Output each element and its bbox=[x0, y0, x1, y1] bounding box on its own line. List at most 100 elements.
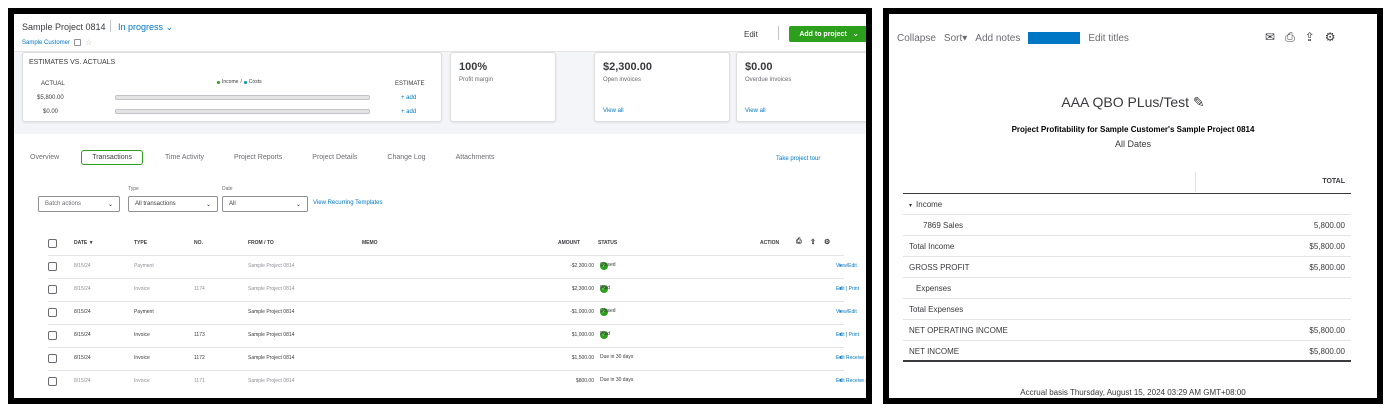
add-notes-link[interactable]: Add notes bbox=[975, 33, 1020, 44]
select-all-checkbox[interactable] bbox=[48, 239, 57, 248]
type-filter-select[interactable]: All transactions ⌄ bbox=[128, 196, 218, 212]
row-value[interactable]: $5,800.00 bbox=[1309, 242, 1345, 251]
overdue-invoices-card: $0.00 Overdue invoices View all bbox=[736, 52, 866, 122]
row-checkbox[interactable] bbox=[48, 377, 57, 386]
row-checkbox[interactable] bbox=[48, 331, 57, 340]
open-invoices-card: $2,300.00 Open invoices View all bbox=[594, 52, 730, 122]
kpi-label: Open invoices bbox=[603, 77, 642, 83]
chevron-down-icon[interactable]: ▾ bbox=[839, 286, 842, 292]
print-icon[interactable]: ⎙ bbox=[796, 238, 802, 246]
view-all-open-invoices-link[interactable]: View all bbox=[603, 108, 624, 114]
collapse-link[interactable]: Collapse bbox=[897, 33, 936, 44]
chevron-down-icon: ⌄ bbox=[295, 201, 301, 208]
col-memo[interactable]: MEMO bbox=[362, 240, 378, 246]
row-checkbox[interactable] bbox=[48, 354, 57, 363]
pencil-icon[interactable]: ✎ bbox=[1193, 94, 1205, 110]
chevron-down-icon[interactable]: ▾ bbox=[839, 378, 842, 384]
row-label: 7869 Sales bbox=[923, 221, 963, 230]
chevron-down-icon[interactable]: ▾ bbox=[839, 263, 842, 269]
row-label: Total Income bbox=[909, 242, 954, 251]
project-title: Sample Project 0814 bbox=[22, 22, 106, 32]
copy-icon[interactable] bbox=[74, 39, 82, 46]
tab-change-log[interactable]: Change Log bbox=[379, 151, 433, 164]
edit-titles-link[interactable]: Edit titles bbox=[1088, 33, 1129, 44]
view-all-overdue-invoices-link[interactable]: View all bbox=[745, 108, 766, 114]
tab-attachments[interactable]: Attachments bbox=[448, 151, 503, 164]
table-row[interactable]: 8/15/24 Payment Sample Project 0814 -$1,000… bbox=[48, 301, 857, 323]
row-checkbox[interactable] bbox=[48, 285, 57, 294]
row-checkbox[interactable] bbox=[48, 262, 57, 271]
chevron-down-icon[interactable]: ▾ bbox=[839, 332, 842, 338]
print-icon[interactable]: ⎙ bbox=[1285, 30, 1295, 45]
row-value[interactable]: $5,800.00 bbox=[1309, 263, 1345, 272]
divider bbox=[110, 20, 111, 32]
table-row[interactable]: 8/15/24 Invoice 1174 Sample Project 0814 $2,… bbox=[48, 278, 859, 300]
table-row[interactable]: 8/15/24 Payment Sample Project 0814 -$2,300… bbox=[48, 255, 857, 277]
gear-icon[interactable]: ⚙ bbox=[824, 238, 830, 246]
cell-amount: -$2,300.00 bbox=[570, 263, 594, 269]
cell-no: 1173 bbox=[194, 332, 205, 338]
tab-project-details[interactable]: Project Details bbox=[304, 151, 365, 164]
report-footer: Accrual basis Thursday, August 15, 2024 … bbox=[1020, 388, 1246, 397]
status-text: Due in 30 days bbox=[600, 377, 634, 383]
table-row[interactable]: 8/15/24 Invoice 1171 Sample Project 0814 $80… bbox=[48, 370, 866, 392]
cell-type: Invoice bbox=[134, 378, 150, 384]
kpi-label: Overdue invoices bbox=[745, 77, 792, 83]
cell-amount: -$1,000.00 bbox=[570, 309, 594, 315]
company-name[interactable]: AAA QBO PLus/Test ✎ bbox=[889, 94, 1377, 111]
tab-project-reports[interactable]: Project Reports bbox=[226, 151, 290, 164]
col-date[interactable]: DATE ▼ bbox=[74, 240, 94, 246]
cell-type: Invoice bbox=[134, 355, 150, 361]
chevron-down-icon: ⌄ bbox=[205, 201, 211, 208]
project-status-dropdown[interactable]: In progress ⌄ bbox=[118, 22, 173, 33]
col-type[interactable]: TYPE bbox=[134, 240, 147, 246]
row-checkbox[interactable] bbox=[48, 308, 57, 317]
chevron-down-icon[interactable]: ▾ bbox=[839, 309, 842, 315]
add-cost-estimate-link[interactable]: + add bbox=[401, 109, 416, 115]
date-filter-label: Date bbox=[222, 186, 233, 192]
cell-date: 8/15/24 bbox=[74, 355, 91, 361]
tab-time-activity[interactable]: Time Activity bbox=[157, 151, 212, 164]
chevron-down-icon[interactable]: ▾ bbox=[839, 355, 842, 361]
cell-date: 8/15/24 bbox=[74, 263, 91, 269]
estimate-header: ESTIMATE bbox=[395, 81, 425, 87]
tab-overview[interactable]: Overview bbox=[30, 151, 67, 164]
sort-dropdown[interactable]: Sort▾ bbox=[944, 33, 967, 44]
email-icon[interactable]: ✉ bbox=[1265, 30, 1275, 45]
sort-label: Sort bbox=[943, 32, 963, 44]
caret-down-icon[interactable]: ▾ bbox=[909, 203, 912, 209]
chevron-down-icon: ⌄ bbox=[107, 201, 113, 208]
project-tabs: Overview Transactions Time Activity Proj… bbox=[30, 150, 503, 165]
row-value[interactable]: $5,800.00 bbox=[1309, 347, 1345, 356]
col-status[interactable]: STATUS bbox=[598, 240, 617, 246]
legend: Income / Costs bbox=[217, 79, 262, 85]
customer-link[interactable]: Sample Customer bbox=[22, 40, 70, 46]
batch-actions-label: Batch actions bbox=[45, 201, 82, 207]
col-amount[interactable]: AMOUNT bbox=[558, 240, 580, 246]
status-text: Paid bbox=[600, 285, 611, 291]
cell-no: 1171 bbox=[194, 378, 205, 384]
date-filter-select[interactable]: All ⌄ bbox=[222, 196, 308, 212]
export-icon[interactable]: ⇪ bbox=[810, 238, 816, 246]
table-row[interactable]: 8/15/24 Invoice 1172 Sample Project 0814 $1,… bbox=[48, 347, 866, 369]
take-project-tour-link[interactable]: Take project tour bbox=[776, 156, 820, 162]
row-label-text: Total Income bbox=[909, 242, 955, 251]
row-value[interactable]: 5,800.00 bbox=[1314, 221, 1345, 230]
chevron-down-icon: ⌄ bbox=[852, 31, 859, 38]
row-value[interactable]: $5,800.00 bbox=[1309, 326, 1345, 335]
report-panel: Collapse Sort▾ Add notes Edit titles ✉ ⎙… bbox=[883, 8, 1383, 404]
tab-transactions[interactable]: Transactions bbox=[81, 150, 143, 165]
profit-margin-card: 100% Profit margin bbox=[450, 52, 556, 122]
export-icon[interactable]: ⇪ bbox=[1305, 30, 1315, 45]
batch-actions-dropdown[interactable]: Batch actions ⌄ bbox=[38, 196, 120, 212]
view-recurring-templates-link[interactable]: View Recurring Templates bbox=[313, 200, 382, 206]
add-to-project-button[interactable]: Add to project ⌄ bbox=[789, 26, 866, 42]
table-row[interactable]: 8/15/24 Invoice 1173 Sample Project 0814 $1,… bbox=[48, 324, 859, 346]
cell-type: Invoice bbox=[134, 332, 150, 338]
edit-project-button[interactable]: Edit bbox=[744, 30, 758, 39]
star-icon[interactable]: ☆ bbox=[85, 38, 92, 47]
col-no[interactable]: NO. bbox=[194, 240, 203, 246]
add-income-estimate-link[interactable]: + add bbox=[401, 95, 416, 101]
gear-icon[interactable]: ⚙ bbox=[1325, 30, 1336, 45]
col-fromto[interactable]: FROM / TO bbox=[248, 240, 274, 246]
